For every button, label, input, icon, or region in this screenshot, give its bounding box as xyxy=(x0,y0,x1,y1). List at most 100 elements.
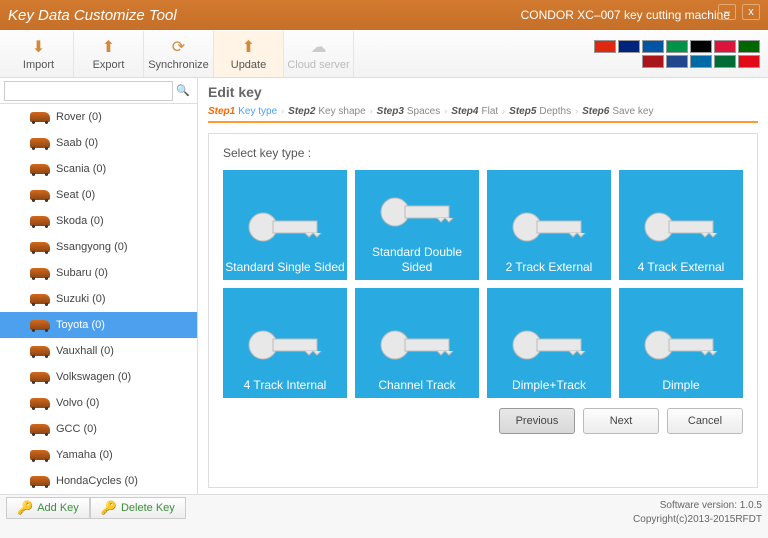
brand-label: Volkswagen (0) xyxy=(56,371,131,383)
brand-label: Seat (0) xyxy=(56,189,95,201)
import-button[interactable]: ⬇Import xyxy=(4,31,74,77)
key-type-tile[interactable]: Standard Double Sided xyxy=(355,170,479,280)
flag-sv[interactable] xyxy=(690,55,712,68)
brand-label: HondaCycles (0) xyxy=(56,475,138,487)
step-tab[interactable]: Step2Key shape xyxy=(288,106,366,117)
car-icon xyxy=(30,476,50,486)
key-type-tile[interactable]: Dimple xyxy=(619,288,743,398)
step-tab[interactable]: Step5Depths xyxy=(509,106,571,117)
brand-item[interactable]: Yamaha (0) xyxy=(0,442,197,468)
brand-item[interactable]: Suzuki (0) xyxy=(0,286,197,312)
key-type-label: Standard Single Sided xyxy=(225,260,344,274)
next-button[interactable]: Next xyxy=(583,408,659,434)
brand-label: Scania (0) xyxy=(56,163,106,175)
step-tabs: Step1Key type›Step2Key shape›Step3Spaces… xyxy=(208,106,758,123)
brand-label: Subaru (0) xyxy=(56,267,108,279)
brand-item[interactable]: Toyota (0) xyxy=(0,312,197,338)
brand-item[interactable]: GCC (0) xyxy=(0,416,197,442)
key-type-grid: Standard Single Sided Standard Double Sid… xyxy=(223,170,743,398)
key-illustration xyxy=(509,320,589,370)
brand-item[interactable]: Saab (0) xyxy=(0,130,197,156)
brand-item[interactable]: Scania (0) xyxy=(0,156,197,182)
step-tab[interactable]: Step1Key type xyxy=(208,106,277,117)
car-icon xyxy=(30,164,50,174)
brand-item[interactable]: Volkswagen (0) xyxy=(0,364,197,390)
flag-pt[interactable] xyxy=(738,40,760,53)
car-icon xyxy=(30,242,50,252)
key-type-label: Dimple xyxy=(662,378,699,392)
car-icon xyxy=(30,320,50,330)
export-icon: ⬆ xyxy=(102,37,115,57)
panel-label: Select key type : xyxy=(223,146,743,160)
app-subtitle: CONDOR XC–007 key cutting machine xyxy=(521,8,730,22)
key-illustration xyxy=(245,202,325,252)
brand-item[interactable]: Ssangyong (0) xyxy=(0,234,197,260)
key-type-panel: Select key type : Standard Single SidedS… xyxy=(208,133,758,488)
flag-pl[interactable] xyxy=(714,40,736,53)
add-key-button[interactable]: 🔑Add Key xyxy=(6,497,90,519)
flag-tr[interactable] xyxy=(738,55,760,68)
brand-label: Skoda (0) xyxy=(56,215,104,227)
cloud-icon: ☁ xyxy=(311,37,327,57)
step-tab[interactable]: Step4Flat xyxy=(451,106,498,117)
key-type-label: Channel Track xyxy=(378,378,455,392)
key-icon: 🔑 xyxy=(17,500,33,516)
key-icon: 🔑 xyxy=(101,500,117,516)
flag-sa[interactable] xyxy=(714,55,736,68)
key-type-label: Standard Double Sided xyxy=(357,245,477,274)
key-type-label: 4 Track Internal xyxy=(244,378,327,392)
flag-cn[interactable] xyxy=(594,40,616,53)
content-area: Edit key Step1Key type›Step2Key shape›St… xyxy=(198,78,768,494)
brand-label: Saab (0) xyxy=(56,137,98,149)
sync-button[interactable]: ⟳Synchronize xyxy=(144,31,214,77)
key-illustration xyxy=(377,320,457,370)
flag-gb[interactable] xyxy=(618,40,640,53)
cancel-button[interactable]: Cancel xyxy=(667,408,743,434)
key-illustration xyxy=(641,202,721,252)
key-type-tile[interactable]: Standard Single Sided xyxy=(223,170,347,280)
copyright-text: Copyright(c)2013-2015RFDT xyxy=(633,513,762,527)
import-icon: ⬇ xyxy=(32,37,45,57)
previous-button[interactable]: Previous xyxy=(499,408,575,434)
flag-de[interactable] xyxy=(690,40,712,53)
flag-es[interactable] xyxy=(642,55,664,68)
search-input[interactable] xyxy=(4,81,173,101)
export-button[interactable]: ⬆Export xyxy=(74,31,144,77)
language-flags xyxy=(594,40,764,68)
brand-label: Suzuki (0) xyxy=(56,293,106,305)
car-icon xyxy=(30,372,50,382)
minimize-button[interactable]: – xyxy=(718,4,736,20)
step-tab[interactable]: Step3Spaces xyxy=(377,106,441,117)
key-type-tile[interactable]: 2 Track External xyxy=(487,170,611,280)
brand-label: Toyota (0) xyxy=(56,319,105,331)
update-button[interactable]: ⬆Update xyxy=(214,31,284,77)
key-illustration xyxy=(509,202,589,252)
brand-item[interactable]: HondaCycles (0) xyxy=(0,468,197,494)
brand-item[interactable]: Subaru (0) xyxy=(0,260,197,286)
car-icon xyxy=(30,190,50,200)
key-type-label: Dimple+Track xyxy=(512,378,586,392)
brand-item[interactable]: Rover (0) xyxy=(0,104,197,130)
step-tab[interactable]: Step6Save key xyxy=(582,106,653,117)
brand-tree[interactable]: Rover (0) Saab (0) Scania (0) Seat (0) Skoda… xyxy=(0,104,197,494)
search-icon[interactable]: 🔍 xyxy=(173,84,193,97)
update-icon: ⬆ xyxy=(242,37,255,57)
delete-key-button[interactable]: 🔑Delete Key xyxy=(90,497,186,519)
brand-item[interactable]: Volvo (0) xyxy=(0,390,197,416)
key-type-tile[interactable]: Channel Track xyxy=(355,288,479,398)
key-type-tile[interactable]: 4 Track External xyxy=(619,170,743,280)
brand-item[interactable]: Seat (0) xyxy=(0,182,197,208)
brand-label: Yamaha (0) xyxy=(56,449,113,461)
key-type-tile[interactable]: 4 Track Internal xyxy=(223,288,347,398)
car-icon xyxy=(30,112,50,122)
flag-fr[interactable] xyxy=(642,40,664,53)
version-text: Software version: 1.0.5 xyxy=(633,499,762,513)
close-button[interactable]: x xyxy=(742,4,760,20)
key-illustration xyxy=(245,320,325,370)
key-type-tile[interactable]: Dimple+Track xyxy=(487,288,611,398)
flag-nl[interactable] xyxy=(666,55,688,68)
brand-item[interactable]: Skoda (0) xyxy=(0,208,197,234)
brand-item[interactable]: Vauxhall (0) xyxy=(0,338,197,364)
flag-it[interactable] xyxy=(666,40,688,53)
sync-icon: ⟳ xyxy=(172,37,185,57)
